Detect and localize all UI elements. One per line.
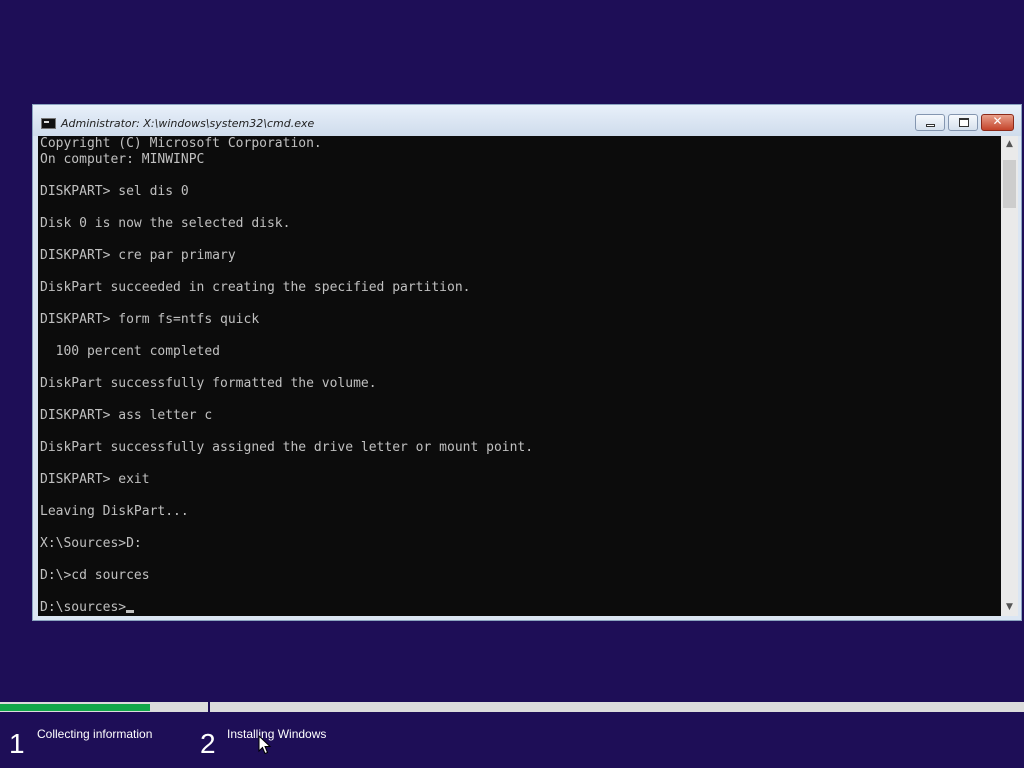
- text-cursor: [126, 610, 135, 613]
- cmd-icon: [41, 118, 56, 129]
- scroll-up-arrow-icon[interactable]: ▲: [1001, 136, 1018, 153]
- minimize-button[interactable]: [915, 114, 945, 131]
- minimize-icon: [926, 124, 935, 127]
- step-2-number: 2: [200, 728, 216, 759]
- step-1-number: 1: [9, 728, 25, 759]
- console-line: D:\sources>: [40, 600, 533, 616]
- console-line: Leaving DiskPart...: [40, 504, 189, 519]
- title-bar[interactable]: Administrator: X:\windows\system32\cmd.e…: [33, 105, 1021, 136]
- cmd-window[interactable]: Administrator: X:\windows\system32\cmd.e…: [32, 104, 1022, 621]
- console-line: D:\>cd sources: [40, 568, 150, 583]
- console-line: DiskPart succeeded in creating the speci…: [40, 280, 471, 295]
- console-line: DISKPART> form fs=ntfs quick: [40, 312, 260, 327]
- setup-desktop: Administrator: X:\windows\system32\cmd.e…: [0, 0, 1024, 768]
- console-line: DiskPart successfully assigned the drive…: [40, 440, 534, 455]
- console-line: X:\Sources>D:: [40, 536, 142, 551]
- maximize-button[interactable]: [948, 114, 978, 131]
- console-line: 100 percent completed: [40, 344, 221, 359]
- console-line: DISKPART> ass letter c: [40, 408, 213, 423]
- vertical-scrollbar[interactable]: ▲ ▼: [1001, 136, 1018, 616]
- window-title: Administrator: X:\windows\system32\cmd.e…: [61, 117, 315, 130]
- setup-progress-fill: [0, 704, 150, 711]
- close-icon: ✕: [992, 114, 1003, 128]
- console-line: Disk 0 is now the selected disk.: [40, 216, 291, 231]
- scroll-down-arrow-icon[interactable]: ▼: [1001, 599, 1018, 616]
- console-text: Copyright (C) Microsoft Corporation. On c…: [40, 136, 533, 616]
- console-line: DISKPART> exit: [40, 472, 150, 487]
- maximize-icon: [959, 118, 969, 127]
- console-line: On computer: MINWINPC: [40, 152, 205, 167]
- console-line: DISKPART> sel dis 0: [40, 184, 189, 199]
- setup-progress-bar: [0, 702, 1024, 714]
- step-1-label: Collecting information: [37, 727, 153, 741]
- progress-step-divider: [208, 702, 210, 714]
- console-line: DiskPart successfully formatted the volu…: [40, 376, 377, 391]
- console-line: Copyright (C) Microsoft Corporation.: [40, 136, 322, 151]
- close-button[interactable]: ✕: [981, 114, 1014, 131]
- console-output[interactable]: Copyright (C) Microsoft Corporation. On c…: [38, 136, 1001, 616]
- mouse-pointer-icon: [258, 735, 272, 755]
- scroll-thumb[interactable]: [1003, 160, 1016, 208]
- console-line: DISKPART> cre par primary: [40, 248, 236, 263]
- step-2-label: Installing Windows: [227, 727, 327, 741]
